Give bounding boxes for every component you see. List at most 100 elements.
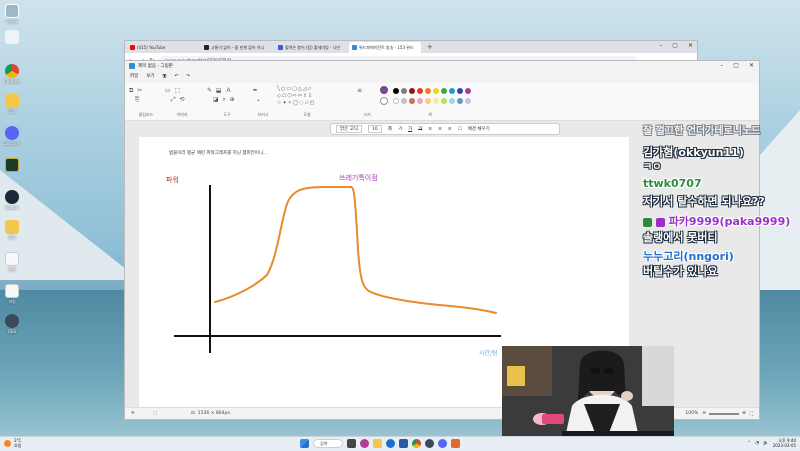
minimize-icon[interactable]: – bbox=[720, 62, 723, 69]
color-swatch[interactable] bbox=[393, 88, 399, 94]
taskbar-apps: 검색 bbox=[300, 439, 460, 448]
color-swatch[interactable] bbox=[425, 88, 431, 94]
tab-label: 혈액은 붕어 (팀) 황제미팅 - 나만 bbox=[285, 44, 341, 50]
color2-swatch[interactable] bbox=[380, 97, 388, 105]
color-swatch[interactable] bbox=[425, 97, 431, 104]
desktop-icon-obs[interactable]: OBS bbox=[2, 314, 22, 334]
desktop-icon-file-3[interactable]: 파일 bbox=[2, 284, 22, 305]
network-icon[interactable]: ◔ bbox=[755, 441, 759, 446]
undo-icon[interactable]: ↶ bbox=[174, 74, 178, 79]
desktop-icon-label: Discord bbox=[4, 141, 20, 146]
chat-line-faded: 잘 껄끄한 언더가테로니노드 bbox=[643, 126, 761, 137]
align-right-icon[interactable]: ≡ bbox=[448, 127, 452, 132]
folder-icon bbox=[5, 220, 19, 234]
fill-checkbox[interactable]: ☐ bbox=[458, 127, 462, 132]
color-swatch[interactable] bbox=[401, 88, 407, 94]
app-icon[interactable] bbox=[360, 439, 369, 448]
store-icon[interactable] bbox=[399, 439, 408, 448]
color-swatch[interactable] bbox=[417, 88, 423, 94]
clock[interactable]: 오후 9:40 2023-03-05 bbox=[773, 438, 796, 448]
task-view-icon[interactable] bbox=[347, 439, 356, 448]
taskbar-search[interactable]: 검색 bbox=[313, 439, 343, 448]
font-select[interactable]: 맑은 고딕 bbox=[336, 125, 362, 133]
file-explorer-icon[interactable] bbox=[373, 439, 382, 448]
desktop-icon-label: 휴지통 bbox=[6, 19, 18, 24]
desktop-icon-discord[interactable]: Discord bbox=[2, 126, 22, 146]
size-icon[interactable]: ≡ bbox=[357, 86, 377, 95]
new-tab-button[interactable]: + bbox=[423, 42, 437, 53]
italic-icon[interactable]: 가 bbox=[398, 126, 402, 132]
discord-icon[interactable] bbox=[438, 439, 447, 448]
align-center-icon[interactable]: ≡ bbox=[438, 127, 442, 132]
power-label: 파워 bbox=[166, 175, 179, 184]
maximize-icon[interactable]: ▢ bbox=[672, 42, 678, 49]
browser-tab[interactable]: 혈액은 붕어 (팀) 황제미팅 - 나만 bbox=[275, 42, 347, 53]
ribbon-group-colors: 색 bbox=[380, 86, 480, 118]
color-swatch[interactable] bbox=[449, 88, 455, 94]
fit-icon[interactable]: ⛶ bbox=[750, 411, 753, 417]
edge-icon[interactable] bbox=[386, 439, 395, 448]
start-icon[interactable] bbox=[300, 439, 309, 448]
color-swatch[interactable] bbox=[457, 88, 463, 94]
desktop-icon-recycle-bin[interactable]: 휴지통 bbox=[2, 4, 22, 25]
menu-file[interactable]: 파일 bbox=[130, 73, 138, 79]
color-swatch[interactable] bbox=[465, 97, 471, 104]
underline-icon[interactable]: 가 bbox=[408, 126, 412, 132]
paint-menu: 파일 보기 🖫 ↶ ↷ bbox=[125, 71, 759, 81]
ribbon-group-clipboard: ⧉ ✂ ⎘ 클립보드 bbox=[129, 86, 163, 118]
zoom-level: 100% bbox=[685, 411, 699, 416]
canvas-size-text: 1536 × 864px bbox=[197, 411, 231, 416]
redo-icon[interactable]: ↷ bbox=[186, 74, 190, 79]
maximize-icon[interactable]: ▢ bbox=[733, 62, 739, 69]
save-icon[interactable]: 🖫 bbox=[163, 72, 167, 80]
desktop-icon-folder[interactable]: 폴더 bbox=[2, 94, 22, 115]
close-icon[interactable]: ✕ bbox=[749, 62, 754, 69]
obs-icon[interactable] bbox=[425, 439, 434, 448]
color-swatch[interactable] bbox=[465, 88, 471, 94]
desktop-icon-steam[interactable]: Steam bbox=[2, 190, 22, 210]
bold-icon[interactable]: 가 bbox=[388, 126, 392, 132]
menu-view[interactable]: 보기 bbox=[146, 73, 154, 79]
file-icon bbox=[5, 30, 19, 44]
color-swatch[interactable] bbox=[393, 97, 399, 104]
chrome-icon[interactable] bbox=[412, 439, 421, 448]
desktop-icon-file[interactable] bbox=[2, 30, 22, 44]
desktop-icon-folder-2[interactable]: 폴더 bbox=[2, 220, 22, 241]
image-tools[interactable]: ▭ ⬚ ⤢ ⟲ bbox=[165, 86, 199, 104]
group-label: 브러시 bbox=[257, 112, 269, 117]
strikethrough-icon[interactable]: 가 bbox=[418, 126, 422, 132]
color-swatch[interactable] bbox=[433, 88, 439, 94]
clipboard-tools[interactable]: ⧉ ✂ ⎘ bbox=[129, 86, 163, 104]
weather-widget[interactable]: 3°C 흐림 bbox=[4, 438, 21, 448]
color-swatch[interactable] bbox=[433, 97, 439, 104]
chevron-up-icon[interactable]: ⌃ bbox=[747, 441, 751, 446]
volume-icon[interactable]: 🔈 bbox=[763, 441, 769, 446]
desktop-icon-chrome[interactable]: Chrome bbox=[2, 64, 22, 84]
color-swatch[interactable] bbox=[417, 97, 423, 104]
color-swatch[interactable] bbox=[401, 97, 407, 104]
chat-username-text: 파카9999(paka9999) bbox=[668, 215, 791, 228]
color-swatch[interactable] bbox=[409, 97, 415, 104]
minimize-icon[interactable]: – bbox=[659, 42, 662, 49]
brush-icon[interactable]: ✒ ⌄ bbox=[250, 86, 276, 104]
color-swatch[interactable] bbox=[441, 97, 447, 104]
shapes-gallery[interactable]: ╲○▭▢△◿▱ ◇⬠⬡⇨⇦⇧⇩ ☆✦✧◯◌▱◰ bbox=[277, 86, 337, 107]
desktop-icon-file-2[interactable]: 파일 bbox=[2, 252, 22, 273]
desktop-icon-app[interactable] bbox=[2, 158, 22, 172]
zoom-slider[interactable] bbox=[709, 412, 740, 415]
browser-tab[interactable]: 고통이 없어 - 올 한계 없어 유니 bbox=[201, 42, 273, 53]
color-swatch[interactable] bbox=[449, 97, 455, 104]
browser-tab[interactable]: (415) YouTube bbox=[127, 42, 199, 53]
zoom-out-icon[interactable]: ⊖ bbox=[702, 411, 706, 416]
color-swatch[interactable] bbox=[409, 88, 415, 94]
align-left-icon[interactable]: ≡ bbox=[428, 127, 432, 132]
color-swatch[interactable] bbox=[457, 97, 463, 104]
browser-tab-active[interactable]: 위드파에이전트 방송 - 153 위드 bbox=[349, 42, 421, 53]
drawing-tools[interactable]: ✎ ⬓ Ａ ◪ ⌕ ⊕ bbox=[207, 86, 247, 104]
paint-icon[interactable] bbox=[451, 439, 460, 448]
zoom-in-icon[interactable]: ⊕ bbox=[742, 411, 746, 416]
font-size-select[interactable]: 10 bbox=[368, 125, 382, 133]
color-swatch[interactable] bbox=[441, 88, 447, 94]
close-icon[interactable]: ✕ bbox=[688, 42, 693, 49]
color1-swatch[interactable] bbox=[380, 86, 388, 94]
